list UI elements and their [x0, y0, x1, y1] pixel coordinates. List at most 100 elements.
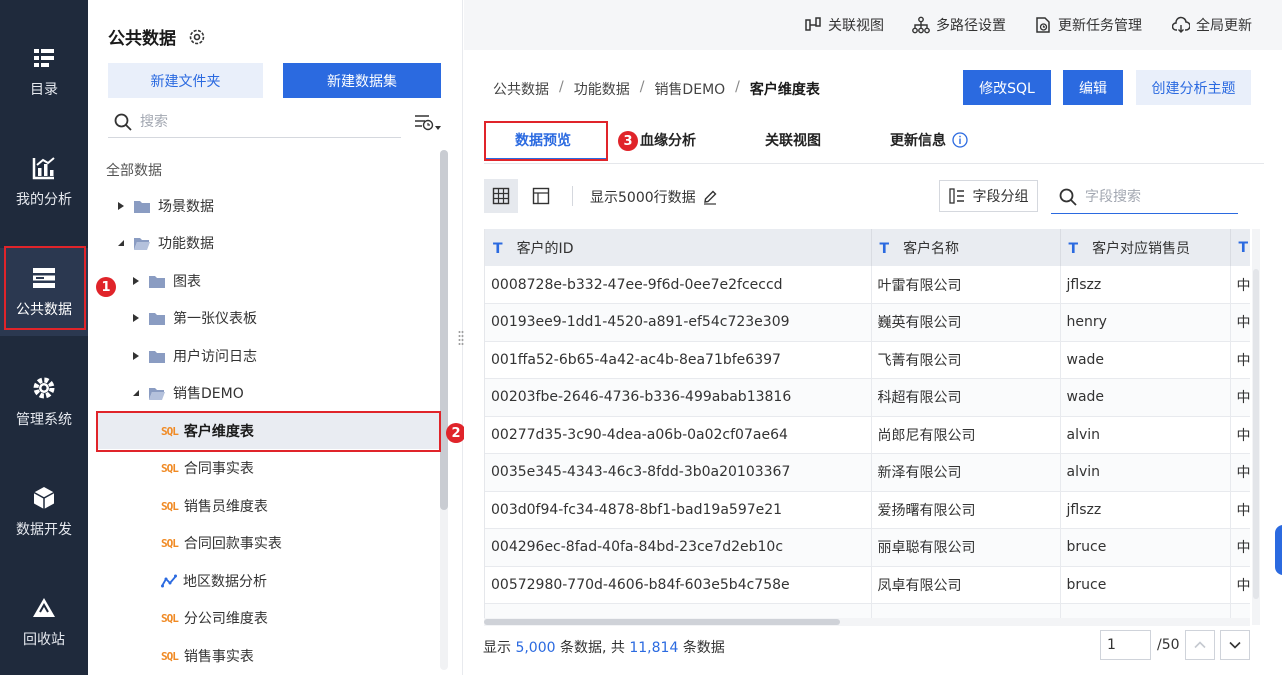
field-search-input[interactable]	[1085, 186, 1230, 208]
table-row[interactable]: 00203fbe-2646-4736-b336-499abab13816 科超有限…	[485, 378, 1250, 417]
page-number-input[interactable]	[1100, 630, 1151, 660]
modify-sql-button[interactable]: 修改SQL	[963, 70, 1051, 105]
tree-dataset-row[interactable]: SQL 合同事实表	[88, 450, 438, 486]
tree-folder-row[interactable]: 场景数据	[88, 188, 438, 224]
tree-item-label: 销售DEMO	[173, 386, 244, 402]
table-row[interactable]: 001ffa52-6b65-4a42-ac4b-8ea71bfe6397 飞菁有限…	[485, 341, 1250, 379]
breadcrumb-item[interactable]: 公共数据	[493, 79, 549, 99]
tree-analysis-row[interactable]: 地区数据分析	[88, 563, 438, 599]
next-page-button[interactable]	[1220, 630, 1250, 660]
table-cell: jflszz	[1060, 491, 1231, 529]
field-search	[1051, 180, 1238, 214]
table-cell: bruce	[1060, 528, 1231, 567]
tab-update-info[interactable]: 更新信息	[890, 120, 968, 160]
table-cell: 中	[1230, 416, 1250, 454]
table-horizontal-scrollbar[interactable]	[484, 618, 1250, 626]
update-task-button[interactable]: 更新任务管理	[1034, 14, 1142, 36]
nav-item-public-data[interactable]: 公共数据	[0, 248, 88, 336]
global-update-button[interactable]: 全局更新	[1172, 14, 1252, 36]
column-header[interactable]: T 客户对应销售员	[1060, 229, 1231, 266]
nav-item-recycle[interactable]: 回收站	[0, 578, 88, 666]
edit-pencil-icon[interactable]	[702, 189, 718, 205]
table-view-button[interactable]	[484, 179, 518, 213]
tree-item-label: 第一张仪表板	[173, 311, 257, 327]
sort-filter-icon[interactable]	[413, 112, 443, 134]
breadcrumb-separator: /	[735, 79, 740, 95]
scrollbar-thumb[interactable]	[484, 619, 840, 625]
column-header[interactable]: T	[1230, 229, 1250, 266]
scrollbar-thumb[interactable]	[1253, 269, 1259, 599]
database-icon	[33, 268, 55, 288]
nav-item-admin[interactable]: 管理系统	[0, 358, 88, 446]
table-row[interactable]: 00193ee9-1dd1-4520-a891-ef54c723e309 巍英有限…	[485, 303, 1250, 342]
relation-view-button[interactable]: 关联视图	[804, 14, 884, 36]
search-icon	[1059, 188, 1077, 206]
breadcrumb-item[interactable]: 功能数据	[574, 79, 630, 99]
table-cell: 003d0f94-fc34-4878-8bf1-bad19a597e21	[485, 491, 872, 529]
caret-right-icon[interactable]	[131, 313, 141, 323]
tree-dataset-row[interactable]: SQL 销售员维度表	[88, 488, 438, 524]
table-row[interactable]: 004296ec-8fad-40fa-84bd-23ce7d2eb10c 丽卓聪有…	[485, 528, 1250, 567]
nav-item-data-dev[interactable]: 数据开发	[0, 468, 88, 556]
info-icon[interactable]	[952, 132, 968, 148]
summary-mid: 条数据, 共	[560, 640, 625, 656]
gear-icon	[33, 377, 55, 399]
tree-folder-row[interactable]: 功能数据	[88, 225, 438, 261]
tab-data-preview[interactable]: 数据预览	[515, 120, 571, 160]
field-group-label: 字段分组	[972, 189, 1029, 205]
caret-down-icon[interactable]	[131, 388, 141, 398]
table-cell: 丽卓聪有限公司	[871, 528, 1061, 567]
column-header[interactable]: T 客户名称	[871, 229, 1061, 266]
row-limit-control[interactable]: 显示5000行数据	[590, 187, 718, 207]
breadcrumb-item[interactable]: 销售DEMO	[654, 79, 725, 99]
caret-down-icon[interactable]	[116, 238, 126, 248]
tree-folder-row[interactable]: 用户访问日志	[88, 338, 438, 374]
nav-item-catalog[interactable]: 目录	[0, 28, 88, 116]
multipath-label: 多路径设置	[936, 18, 1006, 34]
multipath-settings-button[interactable]: 多路径设置	[912, 14, 1006, 36]
tree-folder-row[interactable]: 图表	[88, 263, 438, 299]
tab-bar: 数据预览 血缘分析 关联视图 更新信息	[484, 120, 1264, 164]
table-cell: wade	[1060, 378, 1231, 417]
tree-dataset-row[interactable]: SQL 分公司维度表	[88, 600, 438, 636]
edit-button[interactable]: 编辑	[1063, 70, 1123, 105]
table-vertical-scrollbar[interactable]	[1252, 229, 1260, 625]
nav-item-my-analysis[interactable]: 我的分析	[0, 138, 88, 226]
table-row[interactable]: 00572980-770d-4606-b84f-603e5b4c758e 凤卓有限…	[485, 566, 1250, 604]
table-row[interactable]: 0035e345-4343-46c3-8fdd-3b0a20103367 新泽有限…	[485, 453, 1250, 492]
text-type-icon: T	[1238, 239, 1249, 256]
floating-assistant-tab[interactable]	[1275, 525, 1282, 575]
folder-icon	[149, 275, 165, 288]
prev-page-button[interactable]	[1185, 630, 1215, 660]
settings-icon[interactable]	[188, 28, 206, 46]
table-cell: alvin	[1060, 416, 1231, 454]
tree-search-input[interactable]	[140, 110, 390, 134]
new-folder-button[interactable]: 新建文件夹	[108, 63, 263, 98]
column-header[interactable]: T 客户的ID	[485, 229, 872, 266]
breadcrumb-separator: /	[559, 79, 564, 95]
tree-dataset-row[interactable]: SQL 客户维度表	[96, 413, 441, 449]
create-analysis-theme-button[interactable]: 创建分析主题	[1136, 70, 1251, 105]
table-row[interactable]: 00277d35-3c90-4dea-a06b-0a02cf07ae64 尚郎尼有…	[485, 416, 1250, 454]
table-row[interactable]: 003d0f94-fc34-4878-8bf1-bad19a597e21 爱扬曙有…	[485, 491, 1250, 529]
caret-right-icon[interactable]	[131, 351, 141, 361]
tree-folder-row[interactable]: 销售DEMO	[88, 375, 438, 411]
caret-right-icon[interactable]	[116, 201, 126, 211]
table-row[interactable]: 0008728e-b332-47ee-9f6d-0ee7e2fceccd 叶雷有限…	[485, 266, 1250, 304]
tree-item-label: 功能数据	[158, 236, 214, 252]
tab-lineage[interactable]: 血缘分析	[640, 120, 696, 160]
tree-dataset-row[interactable]: SQL 销售事实表	[88, 638, 438, 674]
tree-item-label: 图表	[173, 274, 201, 290]
breadcrumb-separator: /	[639, 79, 645, 95]
card-view-button[interactable]	[524, 179, 558, 213]
tree-folder-row[interactable]: 第一张仪表板	[88, 300, 438, 336]
tree-search	[108, 106, 401, 138]
field-group-button[interactable]: 字段分组	[939, 180, 1038, 212]
tree-dataset-row[interactable]: SQL 合同回款事实表	[88, 525, 438, 561]
caret-right-icon[interactable]	[131, 276, 141, 286]
tab-relation-view[interactable]: 关联视图	[765, 120, 821, 160]
nav-label: 目录	[30, 82, 58, 98]
tree-scrollbar-thumb[interactable]	[440, 150, 448, 510]
new-dataset-button[interactable]: 新建数据集	[283, 63, 441, 98]
chart-icon	[32, 157, 55, 180]
